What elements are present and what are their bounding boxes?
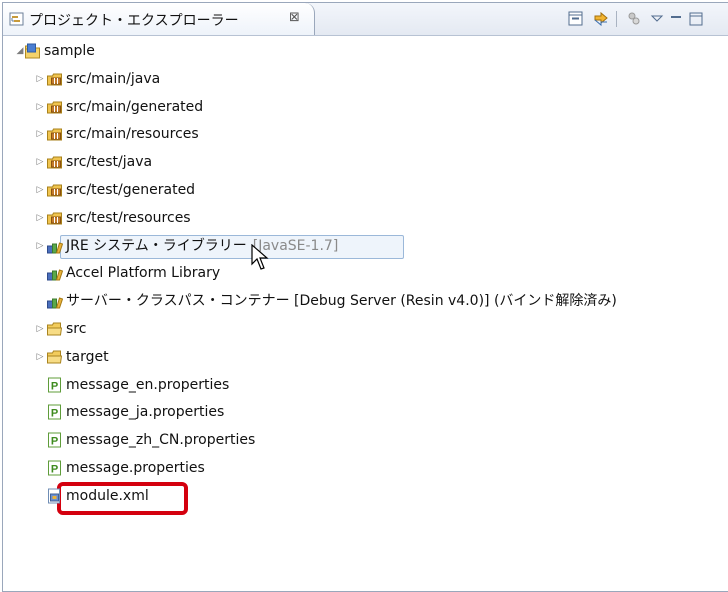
expand-arrow-icon[interactable]: ▷ — [34, 96, 46, 118]
tree-item-name: src/test/resources — [66, 209, 191, 226]
tree-item-label: Accel Platform Library — [66, 262, 220, 284]
expand-arrow-icon[interactable]: ▷ — [34, 207, 46, 229]
svg-text:P: P — [51, 408, 58, 420]
tree-item-name: message_ja.properties — [66, 404, 225, 421]
tree-item-name: src/main/resources — [66, 126, 199, 143]
tree-item-name: sample — [44, 43, 95, 59]
tree-item-label: src/test/java — [66, 151, 152, 173]
mouse-cursor-icon — [251, 244, 269, 270]
tree-item-row[interactable]: ▷ src — [0, 318, 728, 340]
expand-arrow-icon[interactable]: ▷ — [34, 123, 46, 145]
tree-item-row[interactable]: ▷ src/main/java — [0, 68, 728, 90]
tree-item-row[interactable]: Pmessage_ja.properties — [0, 401, 728, 423]
library-icon — [47, 297, 63, 309]
toolbar-separator — [616, 11, 617, 27]
tree-item-label: target — [66, 346, 109, 368]
svg-text:P: P — [51, 464, 58, 476]
library-icon — [47, 241, 63, 254]
tree-item-row[interactable]: ▷ JRE システム・ライブラリー [JavaSE-1.7] — [0, 235, 728, 257]
expand-arrow-icon[interactable]: ▷ — [34, 179, 46, 201]
properties-file-icon: P — [48, 377, 61, 393]
view-tab[interactable]: プロジェクト・エクスプローラー ⊠ — [3, 3, 315, 35]
tree-item-row[interactable]: ▷ src/test/resources — [0, 207, 728, 229]
source-package-icon — [47, 184, 62, 197]
tree-item-row[interactable]: Pmessage.properties — [0, 457, 728, 479]
tree-item-row[interactable]: ▷ src/main/generated — [0, 96, 728, 118]
properties-file-icon: P — [48, 460, 61, 476]
tree-item-name: src — [66, 321, 87, 337]
tree-item-label: サーバー・クラスパス・コンテナー [Debug Server (Resin v4… — [66, 290, 617, 312]
svg-text:P: P — [51, 436, 58, 448]
source-package-icon — [47, 212, 62, 225]
tree-item-label: src/main/generated — [66, 96, 203, 118]
tree-item-name: サーバー・クラスパス・コンテナー [Debug Server (Resin v4… — [66, 293, 617, 310]
folder-icon — [47, 322, 63, 336]
tree-item-label: src — [66, 318, 86, 340]
tree-item-label: sample — [44, 40, 95, 62]
source-package-icon — [47, 156, 62, 169]
tree-item-label: src/test/resources — [66, 207, 191, 229]
tree-item-name: module.xml — [66, 487, 149, 504]
tree-item-row[interactable]: ▷ target — [0, 346, 728, 368]
tree-item-name: message_zh_CN.properties — [66, 432, 256, 449]
link-with-editor-icon[interactable] — [592, 10, 610, 28]
source-package-icon — [47, 73, 62, 86]
filter-icon[interactable] — [625, 10, 643, 28]
tree-item-label: src/main/java — [66, 68, 160, 90]
close-icon[interactable]: ⊠ — [289, 10, 300, 25]
view-menu-icon[interactable] — [648, 10, 666, 28]
maximize-icon[interactable] — [687, 10, 705, 28]
svg-text:P: P — [51, 380, 58, 392]
folder-icon — [47, 350, 63, 364]
minimize-icon[interactable] — [667, 10, 685, 28]
tree-item-row[interactable]: module.xml — [0, 485, 728, 507]
expand-arrow-icon[interactable]: ▷ — [34, 151, 46, 173]
tree-item-row[interactable]: Pmessage_en.properties — [0, 374, 728, 396]
view-title: プロジェクト・エクスプローラー — [29, 13, 239, 29]
library-icon — [47, 269, 63, 281]
tree-item-label: message_en.properties — [66, 374, 229, 396]
collapse-all-icon[interactable] — [567, 10, 585, 28]
tree-item-label: src/main/resources — [66, 123, 199, 145]
expand-arrow-icon[interactable]: ▷ — [34, 235, 46, 257]
tree-item-row[interactable]: サーバー・クラスパス・コンテナー [Debug Server (Resin v4… — [0, 290, 728, 312]
tree-item-row[interactable]: Pmessage_zh_CN.properties — [0, 429, 728, 451]
tree-item-label: message_zh_CN.properties — [66, 429, 255, 451]
tree-item-row[interactable]: ▷ src/test/generated — [0, 179, 728, 201]
source-package-icon — [47, 101, 62, 114]
expand-arrow-icon[interactable]: ▷ — [34, 318, 46, 340]
tree-item-label: JRE システム・ライブラリー [JavaSE-1.7] — [66, 235, 338, 257]
tree-item-name: src/main/generated — [66, 98, 204, 115]
project-explorer-icon — [9, 12, 24, 26]
tree-item-label: message_ja.properties — [66, 401, 224, 423]
tree-item-name: JRE システム・ライブラリー — [66, 237, 247, 254]
tree-item-row[interactable]: ▷ src/test/java — [0, 151, 728, 173]
tree-item-label: src/test/generated — [66, 179, 195, 201]
tree-item-row[interactable]: Accel Platform Library — [0, 262, 728, 284]
properties-file-icon: P — [48, 432, 61, 448]
source-package-icon — [47, 128, 62, 141]
expand-arrow-icon[interactable]: ▷ — [34, 68, 46, 90]
project-icon — [25, 43, 40, 59]
tree-item-label: message.properties — [66, 457, 205, 479]
tree-item-name: message.properties — [66, 460, 205, 476]
expand-arrow-icon[interactable]: ▷ — [34, 346, 46, 368]
tree-item-label: module.xml — [66, 485, 149, 507]
tree-item-name: src/main/java — [66, 70, 161, 87]
tree-item-row[interactable]: ▷ src/main/resources — [0, 123, 728, 145]
tree-item-name: message_en.properties — [66, 376, 230, 393]
properties-file-icon: P — [48, 404, 61, 420]
tree-item-name: Accel Platform Library — [66, 265, 221, 282]
tree-project-row[interactable]: ◢ sample — [0, 40, 728, 62]
tree-item-name: src/test/java — [66, 154, 153, 171]
view-titlebar: プロジェクト・エクスプローラー ⊠ — [3, 3, 728, 36]
tree-item-name: src/test/generated — [66, 182, 196, 198]
xml-file-icon — [48, 488, 60, 504]
tree-item-name: target — [66, 348, 109, 365]
